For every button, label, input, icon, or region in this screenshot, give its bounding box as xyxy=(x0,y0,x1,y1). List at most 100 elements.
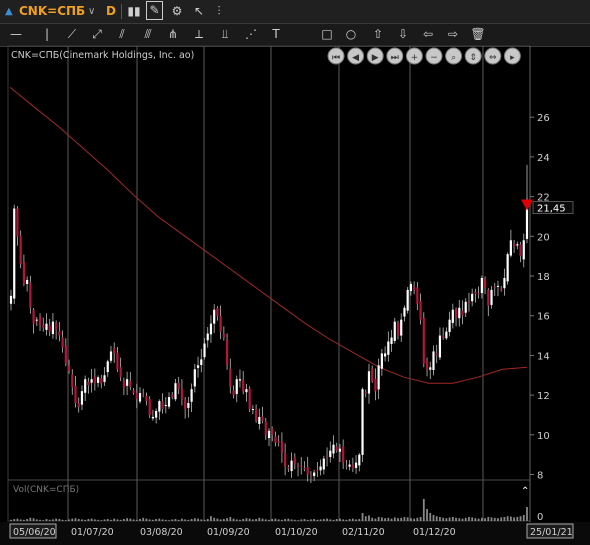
candle-up-body xyxy=(480,277,483,293)
candle-up-body xyxy=(367,371,371,394)
volume-bar xyxy=(203,519,206,521)
candle-up-body xyxy=(393,321,396,341)
fit-vertical-button[interactable]: ⇕ xyxy=(464,47,482,65)
candle xyxy=(264,417,267,440)
volume-bar xyxy=(39,519,41,521)
volume-bar xyxy=(374,518,377,521)
candle xyxy=(500,285,503,292)
candle-down-body xyxy=(64,345,67,364)
candle xyxy=(461,300,464,325)
candle xyxy=(467,292,471,312)
volume-bar xyxy=(410,518,412,521)
zoom-in-button[interactable]: + xyxy=(405,47,423,65)
candle xyxy=(519,242,522,263)
volume-bar xyxy=(361,513,364,521)
candle xyxy=(251,405,254,415)
y-tick-label: 14 xyxy=(537,351,550,362)
volume-bar xyxy=(187,519,190,521)
scroll-left-button[interactable]: ◀ xyxy=(347,47,365,65)
candle-up-body xyxy=(451,309,454,323)
candle-down-body xyxy=(513,243,516,247)
candle xyxy=(51,313,55,339)
candle-down-body xyxy=(271,428,274,435)
x-tick-label: 01/09/20 xyxy=(207,527,250,538)
candle xyxy=(222,326,225,341)
volume-bar xyxy=(171,519,174,521)
candle xyxy=(387,331,390,362)
expand-volume-icon: ⌃ xyxy=(521,486,529,497)
volume-bar xyxy=(422,499,425,521)
candle-up-body xyxy=(354,462,358,468)
volume-bar xyxy=(342,519,345,521)
zoom-reset-button[interactable]: ⌕ xyxy=(445,47,463,65)
candle xyxy=(55,320,58,340)
volume-bar xyxy=(148,519,151,521)
scroll-start-button[interactable]: ⏮ xyxy=(327,47,345,65)
volume-bar xyxy=(448,517,451,521)
volume-bar xyxy=(235,519,238,521)
candle xyxy=(200,348,203,373)
candle-down-body xyxy=(277,441,280,443)
candle-down-body xyxy=(222,333,225,338)
candle xyxy=(245,383,248,402)
x-tick-label: 02/11/20 xyxy=(342,527,385,538)
volume-bar xyxy=(242,519,245,521)
candle xyxy=(313,469,316,482)
zoom-reset-icon: ⌕ xyxy=(451,53,456,63)
candle-down-body xyxy=(306,467,309,475)
volume-bar xyxy=(61,519,64,521)
volume-bar xyxy=(442,517,445,521)
volume-bar xyxy=(103,519,106,521)
candle xyxy=(174,378,177,402)
volume-bar xyxy=(468,517,470,521)
candle xyxy=(100,374,103,389)
volume-bar xyxy=(168,520,170,521)
volume-bar xyxy=(255,519,257,521)
candle xyxy=(332,435,335,459)
candle-up-body xyxy=(400,319,403,336)
panel-end-button[interactable]: ▸ xyxy=(503,47,521,65)
candle-down-body xyxy=(232,390,235,396)
candle xyxy=(309,471,313,484)
scroll-end-button[interactable]: ⏭ xyxy=(386,47,404,65)
candle-down-body xyxy=(38,316,42,326)
candle-down-body xyxy=(325,455,329,457)
fit-horizontal-button[interactable]: ⇔ xyxy=(484,47,502,65)
volume-bar xyxy=(313,519,316,521)
volume-bar xyxy=(248,518,251,521)
volume-bar xyxy=(32,518,35,521)
candle xyxy=(61,330,64,353)
volume-bar xyxy=(23,519,25,521)
candle-up-body xyxy=(377,365,380,390)
volume-bar xyxy=(55,518,58,521)
candle xyxy=(432,345,435,376)
candle-up-body xyxy=(235,379,238,395)
volume-bar xyxy=(164,519,167,521)
candle xyxy=(84,375,87,401)
candle-down-body xyxy=(116,352,119,370)
volume-bar xyxy=(387,517,390,521)
scroll-right-button[interactable]: ▶ xyxy=(366,47,384,65)
candle xyxy=(513,239,516,253)
candle xyxy=(316,462,319,477)
volume-bar xyxy=(135,519,138,521)
candle-up-body xyxy=(245,389,248,393)
candle-down-body xyxy=(122,380,125,388)
volume-bar xyxy=(90,518,93,521)
candle-down-body xyxy=(142,394,145,396)
candle-up-body xyxy=(251,409,254,410)
candle-down-body xyxy=(171,394,174,398)
volume-bar xyxy=(500,517,503,521)
candle-down-body xyxy=(100,378,103,384)
candle-down-body xyxy=(454,309,458,318)
candle xyxy=(80,385,84,411)
volume-bar xyxy=(300,519,303,521)
price-chart[interactable]: 21,45 8 10 12 14 16 18 20 22 24 26 0 ⌃ 05/06/20 01/07/… xyxy=(0,0,590,545)
volume-bar xyxy=(503,517,506,521)
volume-bar xyxy=(93,519,96,521)
candle xyxy=(219,305,222,340)
volume-bar xyxy=(261,518,264,521)
x-range-end-label: 25/01/21 xyxy=(530,527,573,538)
candle-up-body xyxy=(80,391,84,405)
zoom-out-button[interactable]: − xyxy=(425,47,443,65)
